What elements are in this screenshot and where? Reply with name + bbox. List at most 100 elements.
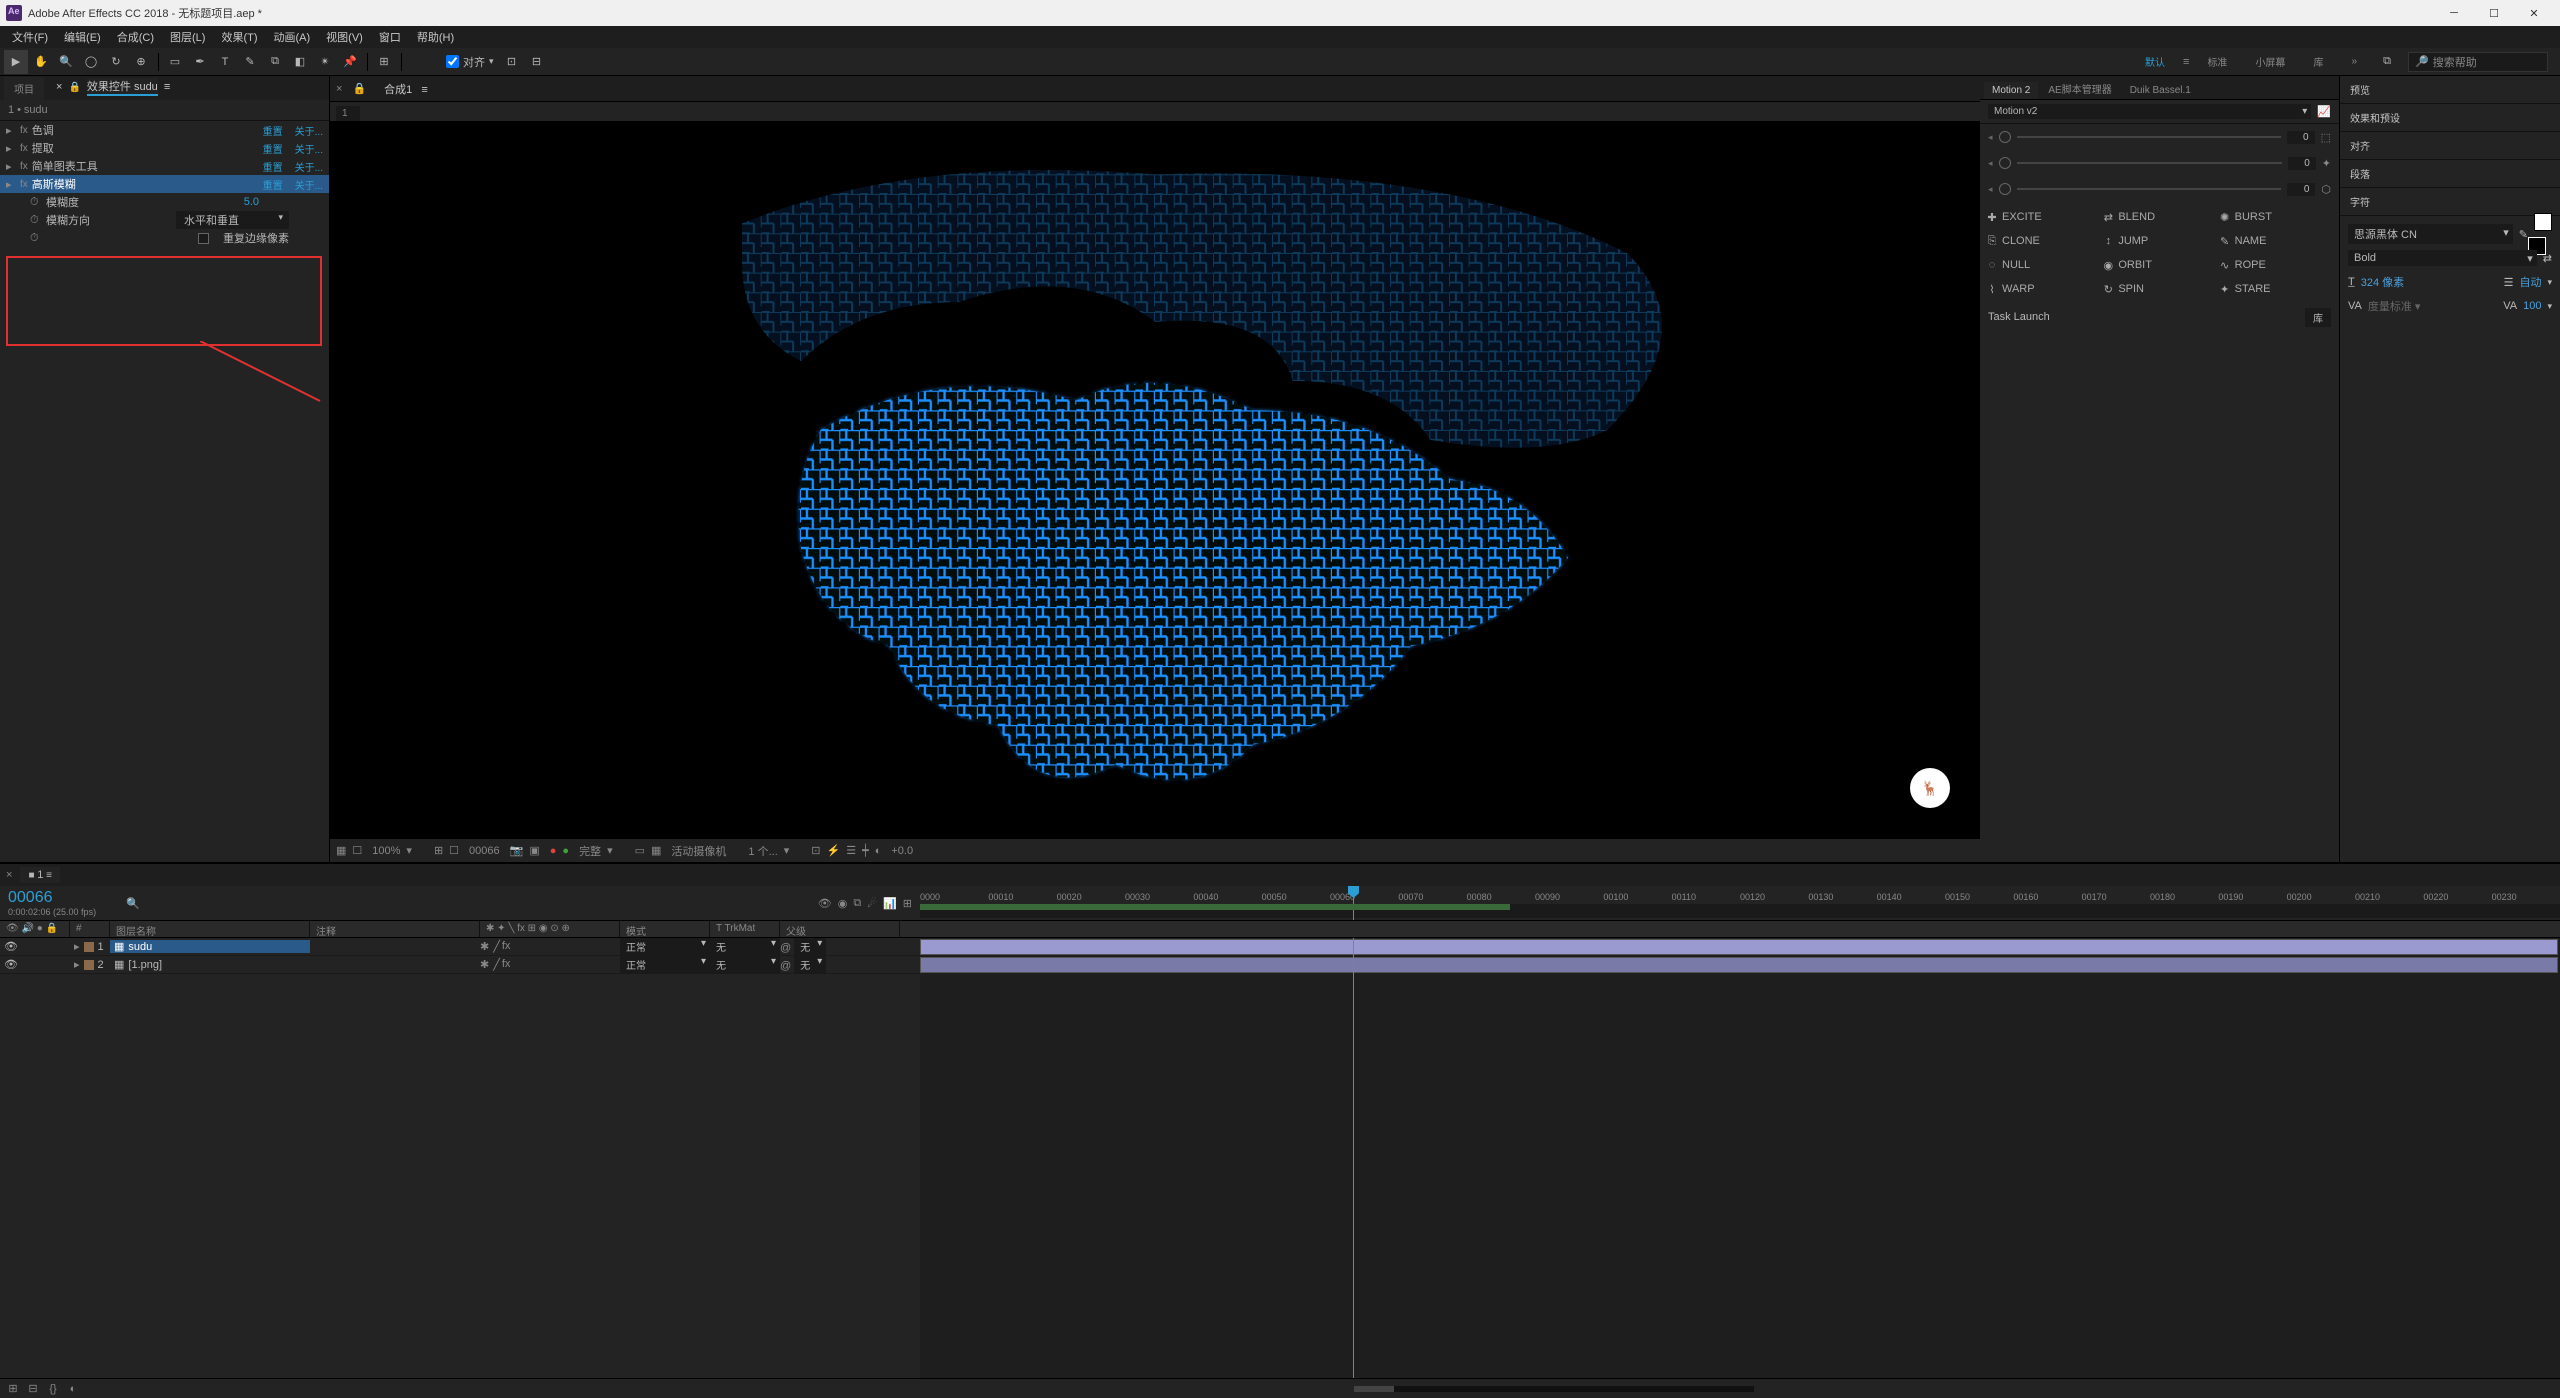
brainstorm-icon[interactable]: ⊞ bbox=[903, 897, 912, 910]
playhead[interactable] bbox=[1353, 886, 1354, 920]
zoom-select[interactable]: 100% ▾ bbox=[372, 844, 424, 857]
menu-3[interactable]: 图层(L) bbox=[162, 27, 213, 47]
grid-icon[interactable]: ⊞ bbox=[434, 844, 443, 857]
font-weight-select[interactable]: Bold bbox=[2348, 250, 2537, 266]
tracking-chevron-icon[interactable]: ▾ bbox=[2547, 301, 2552, 312]
col-mode[interactable]: 模式 bbox=[620, 921, 710, 937]
effect-item-0[interactable]: ▸ fx 色调 重置 关于... bbox=[0, 121, 329, 139]
col-name[interactable]: 图层名称 bbox=[110, 921, 310, 937]
prop-value[interactable]: 5.0 bbox=[244, 196, 259, 208]
effect-prop-3-0[interactable]: ⏱模糊度5.0 bbox=[0, 193, 329, 211]
orbit-tool[interactable]: ◯ bbox=[79, 50, 103, 74]
effect-prop-3-2[interactable]: ⏱重复边缘像素 bbox=[0, 229, 329, 247]
task-launch-select[interactable]: Task Launch bbox=[1988, 311, 2299, 323]
menu-0[interactable]: 文件(F) bbox=[4, 27, 56, 47]
parent-select[interactable]: 无 bbox=[794, 938, 826, 955]
label-color[interactable] bbox=[84, 942, 94, 952]
character-section[interactable]: 字符 bbox=[2340, 188, 2560, 216]
eraser-tool[interactable]: ◧ bbox=[288, 50, 312, 74]
menu-6[interactable]: 视图(V) bbox=[318, 27, 371, 47]
preview-section[interactable]: 预览 bbox=[2340, 76, 2560, 104]
fx-badge[interactable]: fx bbox=[20, 125, 28, 136]
layer-row-0[interactable]: 👁 ▸1 ▦sudu ✱ ╱fx 正常 无 @ 无 bbox=[0, 938, 920, 956]
prop-dropdown[interactable]: 水平和垂直 bbox=[176, 211, 289, 229]
leading-value[interactable]: 自动 bbox=[2519, 274, 2541, 290]
panel-menu-icon[interactable]: ≡ bbox=[164, 81, 170, 93]
mask-toggle-icon[interactable]: ▦ bbox=[336, 844, 346, 857]
effect-reset[interactable]: 重置 bbox=[263, 177, 283, 192]
menu-4[interactable]: 效果(T) bbox=[213, 27, 265, 47]
rect-tool[interactable]: ▭ bbox=[163, 50, 187, 74]
snap-opt2-icon[interactable]: ⊟ bbox=[525, 50, 549, 74]
timeline-zoom-slider[interactable] bbox=[1354, 1386, 1754, 1392]
reset-exposure-icon[interactable]: ◐ bbox=[875, 845, 882, 857]
motion-tool-name[interactable]: ✎NAME bbox=[2219, 230, 2333, 252]
layer-bar-1[interactable] bbox=[920, 957, 2558, 973]
video-toggle-icon[interactable]: 👁 bbox=[4, 958, 18, 971]
col-parent[interactable]: 父级 bbox=[780, 921, 900, 937]
workspace-small[interactable]: 小屏幕 bbox=[2245, 52, 2295, 71]
menu-8[interactable]: 帮助(H) bbox=[409, 27, 462, 47]
time-ruler[interactable]: 0000000100002000030000400005000060000700… bbox=[920, 886, 2560, 920]
effects-presets-section[interactable]: 效果和预设 bbox=[2340, 104, 2560, 132]
video-toggle-icon[interactable]: 👁 bbox=[4, 940, 18, 953]
shy-icon[interactable]: 👁 bbox=[818, 897, 832, 910]
toggle-switches-icon[interactable]: ⊞ bbox=[6, 1382, 20, 1396]
current-frame[interactable]: 00066 bbox=[469, 845, 500, 857]
paragraph-section[interactable]: 段落 bbox=[2340, 160, 2560, 188]
search-help[interactable]: 🔎 搜索帮助 bbox=[2408, 52, 2548, 72]
fx-badge[interactable]: fx bbox=[20, 143, 28, 154]
effect-item-3[interactable]: ▸ fx 高斯模糊 重置 关于... bbox=[0, 175, 329, 193]
motion-graph-icon[interactable]: 📈 bbox=[2317, 105, 2331, 118]
snap-opt-icon[interactable]: ⊡ bbox=[500, 50, 524, 74]
effect-prop-3-1[interactable]: ⏱模糊方向水平和垂直 bbox=[0, 211, 329, 229]
menu-1[interactable]: 编辑(E) bbox=[56, 27, 109, 47]
close-button[interactable]: ✕ bbox=[2514, 0, 2554, 26]
view-number[interactable]: 1 bbox=[336, 106, 360, 121]
motion-tool-clone[interactable]: ⎘CLONE bbox=[1986, 230, 2100, 252]
motion-tool-stare[interactable]: ✦STARE bbox=[2219, 278, 2333, 300]
menu-7[interactable]: 窗口 bbox=[371, 27, 409, 47]
motion-tool-orbit[interactable]: ◉ORBIT bbox=[2102, 254, 2216, 276]
motion-tool-burst[interactable]: ✺BURST bbox=[2219, 206, 2333, 228]
label-color[interactable] bbox=[84, 960, 94, 970]
font-family-select[interactable]: 思源黑体 CN bbox=[2348, 224, 2513, 244]
puppet-tool[interactable]: 📌 bbox=[338, 50, 362, 74]
trkmat-select[interactable]: 无 bbox=[710, 956, 780, 973]
ae-script-tab[interactable]: AE脚本管理器 bbox=[2040, 78, 2119, 99]
motion-tool-excite[interactable]: ✚EXCITE bbox=[1986, 206, 2100, 228]
comp-tab-menu-icon[interactable]: ≡ bbox=[421, 84, 427, 96]
layer-name[interactable]: [1.png] bbox=[128, 959, 162, 971]
fx-badge[interactable]: fx bbox=[20, 179, 28, 190]
motion-tool-warp[interactable]: ⌇WARP bbox=[1986, 278, 2100, 300]
hand-tool[interactable]: ✋ bbox=[29, 50, 53, 74]
twirl-icon[interactable]: ▸ bbox=[74, 958, 80, 971]
layer-row-1[interactable]: 👁 ▸2 ▦[1.png] ✱ ╱fx 正常 无 @ 无 bbox=[0, 956, 920, 974]
tracking-value[interactable]: 100 bbox=[2523, 300, 2541, 312]
menu-2[interactable]: 合成(C) bbox=[109, 27, 162, 47]
local-axis-icon[interactable]: ⊞ bbox=[372, 50, 396, 74]
workspace-default[interactable]: 默认 bbox=[2135, 52, 2175, 71]
twirl-icon[interactable]: ▸ bbox=[6, 124, 16, 137]
motion2-tab[interactable]: Motion 2 bbox=[1984, 82, 2038, 99]
transparency-icon[interactable]: ▦ bbox=[651, 844, 661, 857]
timeline-playhead[interactable] bbox=[1353, 938, 1354, 1378]
toggle-render-icon[interactable]: ◐ bbox=[66, 1382, 80, 1396]
font-size-value[interactable]: 324 像素 bbox=[2361, 274, 2404, 290]
project-tab[interactable]: 项目 bbox=[4, 77, 44, 100]
graph-editor-icon[interactable]: 📊 bbox=[883, 897, 897, 910]
rotate-tool[interactable]: ↻ bbox=[104, 50, 128, 74]
stopwatch-icon[interactable]: ⏱ bbox=[30, 232, 42, 245]
toggle-in-out-icon[interactable]: {} bbox=[46, 1382, 60, 1396]
fill-color-swatch[interactable] bbox=[2534, 213, 2552, 231]
workspace-standard[interactable]: 标准 bbox=[2197, 52, 2237, 71]
close-timeline-icon[interactable]: × bbox=[6, 869, 12, 881]
effect-about[interactable]: 关于... bbox=[295, 177, 323, 192]
guides-icon[interactable]: ☐ bbox=[352, 844, 362, 857]
effect-controls-tab[interactable]: 效果控件 sudu bbox=[87, 78, 158, 96]
snap-checkbox[interactable] bbox=[446, 55, 459, 68]
workspace-lib[interactable]: 库 bbox=[2303, 52, 2333, 71]
snapshot-icon[interactable]: 📷 bbox=[510, 844, 524, 857]
duik-tab[interactable]: Duik Bassel.1 bbox=[2122, 82, 2199, 99]
minimize-button[interactable]: ─ bbox=[2434, 0, 2474, 26]
